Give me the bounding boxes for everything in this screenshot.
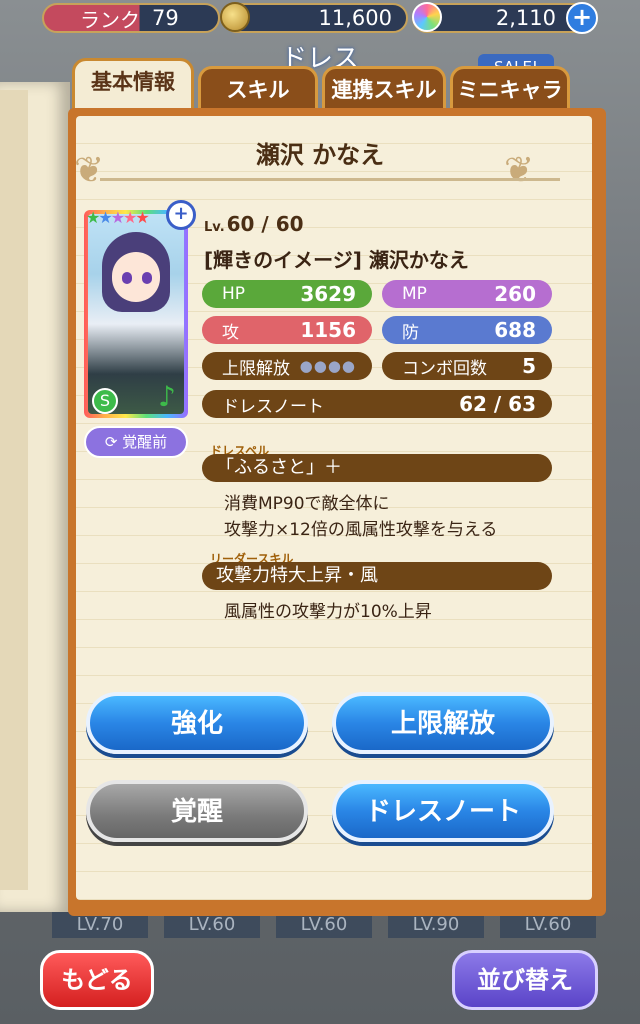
zoom-icon[interactable]: + bbox=[166, 200, 196, 230]
mp-label: MP bbox=[402, 284, 427, 304]
dress-title: [輝きのイメージ] 瀬沢かなえ bbox=[204, 248, 469, 272]
tab-mini-chara[interactable]: ミニキャラ bbox=[450, 66, 570, 114]
level-prefix: Lv. bbox=[204, 220, 225, 235]
mp-stat: MP 260 bbox=[382, 280, 552, 308]
limit-break-dots: ●●●● bbox=[299, 357, 356, 375]
attack-stat: 攻 1156 bbox=[202, 316, 372, 344]
limit-break-button[interactable]: 上限解放 bbox=[332, 692, 554, 754]
combo-stat: コンボ回数 5 bbox=[382, 352, 552, 380]
attack-label: 攻 bbox=[222, 322, 239, 343]
tab-link-skill[interactable]: 連携スキル bbox=[322, 66, 446, 114]
book-spine bbox=[0, 90, 28, 890]
coin-value: 11,600 bbox=[318, 6, 392, 30]
rank-value: 79 bbox=[152, 6, 179, 30]
rank-display: ランク 79 bbox=[42, 3, 220, 33]
rarity-stars-icon: ★★★★★ bbox=[86, 208, 150, 227]
dress-note-label: ドレスノート bbox=[222, 396, 324, 417]
level-display: Lv. 60 / 60 bbox=[204, 212, 304, 236]
leader-skill-desc: 風属性の攻撃力が10%上昇 bbox=[224, 602, 432, 622]
dress-note-button[interactable]: ドレスノート bbox=[332, 780, 554, 842]
ornament-left-icon: ❦ bbox=[74, 150, 105, 191]
refresh-icon: ⟳ bbox=[104, 433, 118, 451]
gem-value: 2,110 bbox=[495, 6, 556, 30]
awaken-state-label: 覚醒前 bbox=[122, 433, 168, 451]
limit-break-stat: 上限解放 ●●●● bbox=[202, 352, 372, 380]
defense-label: 防 bbox=[402, 322, 419, 343]
tab-skill[interactable]: スキル bbox=[198, 66, 318, 114]
character-eye bbox=[122, 272, 132, 284]
defense-stat: 防 688 bbox=[382, 316, 552, 344]
awaken-button[interactable]: 覚醒 bbox=[86, 780, 308, 842]
music-note-icon: ♪ bbox=[158, 380, 176, 413]
wind-icon: S bbox=[92, 388, 118, 414]
coin-icon bbox=[220, 2, 250, 32]
limit-break-label: 上限解放 bbox=[222, 358, 290, 379]
leader-skill-name: 攻撃力特大上昇・風 bbox=[202, 562, 552, 590]
hp-label: HP bbox=[222, 284, 246, 304]
add-gems-button[interactable]: + bbox=[566, 2, 598, 34]
dress-note-stat: ドレスノート 62 / 63 bbox=[202, 390, 552, 418]
defense-value: 688 bbox=[494, 318, 536, 342]
character-name: 瀬沢 かなえ bbox=[255, 141, 385, 169]
dress-spell-desc-1: 消費MP90で敵全体に bbox=[224, 494, 390, 514]
top-bar: ランク 79 11,600 2,110 + bbox=[0, 0, 640, 40]
enhance-button[interactable]: 強化 bbox=[86, 692, 308, 754]
mp-value: 260 bbox=[494, 282, 536, 306]
back-button[interactable]: もどる bbox=[40, 950, 154, 1010]
dress-note-value: 62 / 63 bbox=[459, 392, 536, 416]
sort-button[interactable]: 並び替え bbox=[452, 950, 598, 1010]
dress-spell-name: 「ふるさと」＋ bbox=[202, 454, 552, 482]
ornament-right-icon: ❦ bbox=[504, 150, 535, 191]
divider bbox=[100, 178, 560, 181]
gem-icon bbox=[412, 2, 442, 32]
level-value: 60 / 60 bbox=[226, 212, 304, 236]
attack-value: 1156 bbox=[300, 318, 356, 342]
dress-spell-desc-2: 攻撃力×12倍の風属性攻撃を与える bbox=[224, 520, 498, 540]
character-eye bbox=[142, 272, 152, 284]
awaken-state-button[interactable]: ⟳ 覚醒前 bbox=[84, 426, 188, 458]
character-face bbox=[112, 252, 160, 302]
hp-stat: HP 3629 bbox=[202, 280, 372, 308]
combo-value: 5 bbox=[522, 354, 536, 378]
rank-label: ランク bbox=[80, 7, 140, 32]
hp-value: 3629 bbox=[300, 282, 356, 306]
combo-label: コンボ回数 bbox=[402, 358, 487, 379]
